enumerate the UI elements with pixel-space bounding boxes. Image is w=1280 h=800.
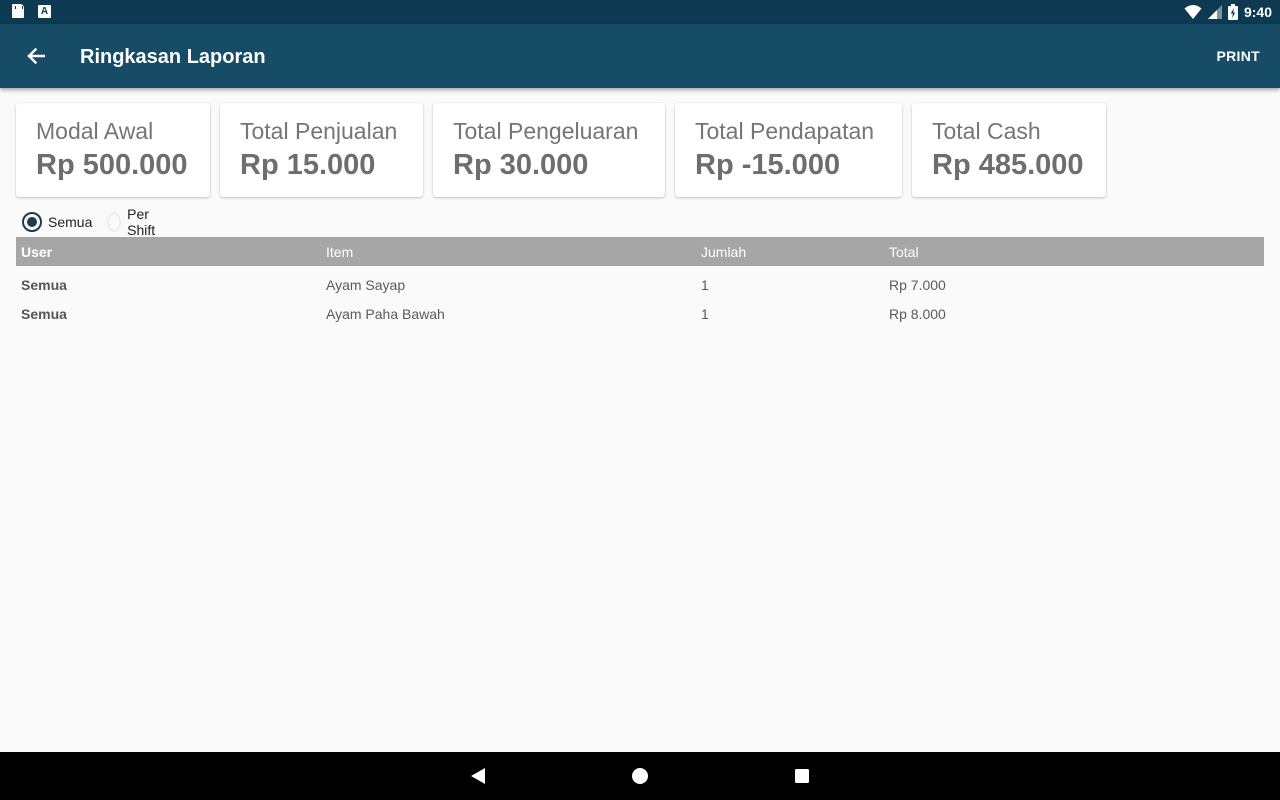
nav-home-icon [632, 768, 648, 784]
radio-per-shift[interactable]: Per Shift [107, 206, 161, 238]
radio-label: Per Shift [127, 206, 156, 238]
card-label: Modal Awal [36, 118, 154, 144]
card-value: Rp 485.000 [932, 149, 1084, 181]
status-bar-left: A [12, 4, 51, 18]
card-total-pengeluaran: Total Pengeluaran Rp 30.000 [433, 103, 665, 197]
header-item: Item [326, 244, 354, 260]
nav-back-button[interactable] [468, 766, 488, 786]
card-value: Rp 500.000 [36, 149, 188, 181]
wifi-icon [1184, 5, 1202, 19]
table-header: User Item Jumlah Total [16, 237, 1264, 266]
cell-total: Rp 7.000 [889, 276, 946, 293]
cell-jumlah: 1 [701, 305, 709, 322]
nav-recents-button[interactable] [792, 766, 812, 786]
battery-charging-icon [1227, 4, 1238, 20]
cell-signal-icon [1207, 5, 1222, 19]
cell-total: Rp 8.000 [889, 305, 946, 322]
back-button[interactable] [20, 40, 52, 72]
radio-checked-icon [22, 212, 42, 232]
card-modal-awal: Modal Awal Rp 500.000 [16, 103, 210, 197]
cell-user: Semua [21, 276, 67, 293]
nav-back-icon [471, 768, 485, 784]
card-label: Total Pengeluaran [453, 118, 639, 144]
cell-user: Semua [21, 305, 67, 322]
keyboard-a-icon: A [38, 4, 51, 18]
status-bar: A 9:40 [0, 0, 1280, 24]
card-value: Rp 15.000 [240, 149, 376, 181]
arrow-left-icon [27, 48, 45, 64]
sd-card-icon [12, 4, 24, 18]
card-value: Rp -15.000 [695, 149, 841, 181]
radio-semua[interactable]: Semua [22, 212, 92, 232]
header-user: User [21, 244, 53, 260]
header-jumlah: Jumlah [701, 244, 747, 260]
status-time: 9:40 [1243, 4, 1272, 20]
nav-recents-icon [795, 769, 809, 783]
card-total-penjualan: Total Penjualan Rp 15.000 [220, 103, 423, 197]
cell-item: Ayam Paha Bawah [326, 305, 445, 322]
card-label: Total Penjualan [240, 118, 398, 144]
card-label: Total Cash [932, 118, 1041, 144]
cell-jumlah: 1 [701, 276, 709, 293]
card-value: Rp 30.000 [453, 149, 589, 181]
page-title: Ringkasan Laporan [80, 46, 266, 68]
print-button[interactable]: PRINT [1217, 46, 1261, 66]
header-total: Total [889, 244, 919, 260]
cell-item: Ayam Sayap [326, 276, 406, 293]
nav-home-button[interactable] [630, 766, 650, 786]
navigation-bar [0, 752, 1280, 800]
card-total-pendapatan: Total Pendapatan Rp -15.000 [675, 103, 902, 197]
table-row[interactable]: Semua Ayam Paha Bawah 1 Rp 8.000 [16, 295, 1264, 324]
radio-label: Semua [48, 214, 93, 230]
card-label: Total Pendapatan [695, 118, 875, 144]
radio-unchecked-icon [107, 212, 122, 232]
card-total-cash: Total Cash Rp 485.000 [912, 103, 1106, 197]
app-bar: Ringkasan Laporan PRINT [0, 24, 1280, 88]
status-bar-right: 9:40 [1184, 3, 1272, 21]
table-row[interactable]: Semua Ayam Sayap 1 Rp 7.000 [16, 266, 1264, 295]
report-table: User Item Jumlah Total Semua Ayam Sayap … [16, 237, 1264, 324]
